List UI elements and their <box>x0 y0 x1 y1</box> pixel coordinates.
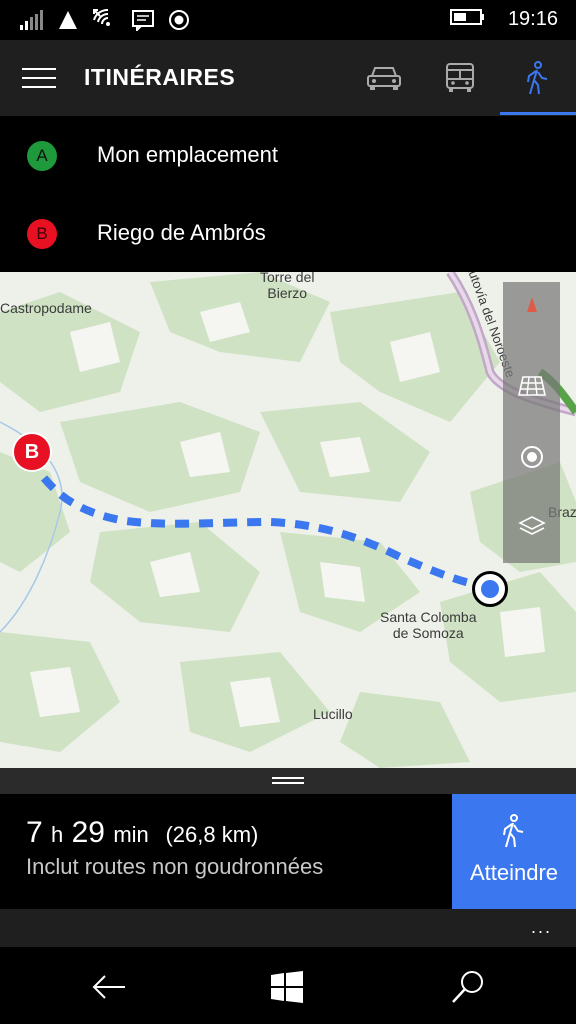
page-title: ITINÉRAIRES <box>84 64 236 90</box>
search-icon <box>452 971 483 1003</box>
waypoint-a-badge: A <box>27 141 57 171</box>
home-button[interactable] <box>267 967 307 1007</box>
map-label-torre: Torre del Bierzo <box>260 272 315 301</box>
hamburger-menu-icon[interactable] <box>22 68 56 90</box>
location-icon <box>168 9 190 36</box>
my-location-button[interactable] <box>503 427 560 487</box>
message-icon <box>132 9 154 36</box>
app-bar: ... <box>0 909 576 947</box>
compass-icon <box>526 297 537 327</box>
car-icon <box>367 67 401 90</box>
waypoint-b-badge: B <box>27 219 57 249</box>
wifi-icon <box>92 8 118 37</box>
transport-mode-transit[interactable] <box>435 58 485 98</box>
start-navigation-button[interactable]: Atteindre <box>452 794 576 909</box>
route-distance: (26,8 km) <box>165 822 259 847</box>
system-nav-bar <box>0 947 576 1024</box>
map-label-castropodame: Castropodame <box>0 300 92 316</box>
compass-button[interactable] <box>503 282 560 342</box>
battery-icon <box>449 8 486 31</box>
current-location-marker <box>472 571 508 607</box>
aerial-view-icon <box>517 376 546 396</box>
back-icon <box>92 975 125 999</box>
more-options-button[interactable]: ... <box>531 917 552 938</box>
map-controls-panel <box>503 282 560 563</box>
destination-pin-label: B <box>24 440 40 463</box>
route-summary[interactable]: 7 h 29 min (26,8 km) Inclut routes non g… <box>0 794 576 909</box>
waypoint-start-label: Mon emplacement <box>97 142 278 167</box>
signal-icon <box>20 10 44 35</box>
duration-hours: 7 <box>26 816 43 849</box>
transport-mode-car[interactable] <box>359 58 409 98</box>
layers-icon <box>517 516 546 535</box>
status-bar: 19:16 <box>0 0 576 40</box>
route-note: Inclut routes non goudronnées <box>26 854 324 879</box>
waypoint-destination[interactable]: B Riego de Ambrós <box>0 194 576 272</box>
app-header: ITINÉRAIRES <box>0 40 576 116</box>
map-view[interactable]: Torre del Bierzo Castropodame Autovía de… <box>0 272 576 768</box>
back-button[interactable] <box>89 967 129 1007</box>
panel-drag-handle[interactable] <box>0 768 576 794</box>
start-navigation-label: Atteindre <box>469 860 559 885</box>
duration-minutes: 29 <box>71 816 105 849</box>
map-terrain <box>0 272 576 768</box>
waypoint-start[interactable]: A Mon emplacement <box>0 116 576 194</box>
map-label-santa-colomba: Santa Colomba de Somoza <box>380 609 477 641</box>
walk-icon <box>527 61 548 95</box>
bus-icon <box>446 63 474 92</box>
walk-icon <box>503 814 524 848</box>
search-button[interactable] <box>448 967 488 1007</box>
map-label-lucillo: Lucillo <box>313 706 353 722</box>
waypoint-list: A Mon emplacement B Riego de Ambrós <box>0 116 576 272</box>
route-duration: 7 h 29 min (26,8 km) <box>26 816 258 850</box>
layers-button[interactable] <box>503 497 560 557</box>
destination-pin[interactable]: B <box>12 432 52 472</box>
waypoint-destination-label: Riego de Ambrós <box>97 220 266 245</box>
my-location-icon <box>520 446 543 468</box>
clock: 19:16 <box>507 8 558 30</box>
duration-hours-unit: h <box>51 822 64 847</box>
duration-minutes-unit: min <box>113 822 149 847</box>
active-mode-indicator <box>500 112 576 115</box>
aerial-view-button[interactable] <box>503 356 560 416</box>
triangle-network-icon <box>58 10 78 35</box>
transport-mode-walk[interactable] <box>512 58 562 98</box>
windows-home-icon <box>271 971 303 1003</box>
